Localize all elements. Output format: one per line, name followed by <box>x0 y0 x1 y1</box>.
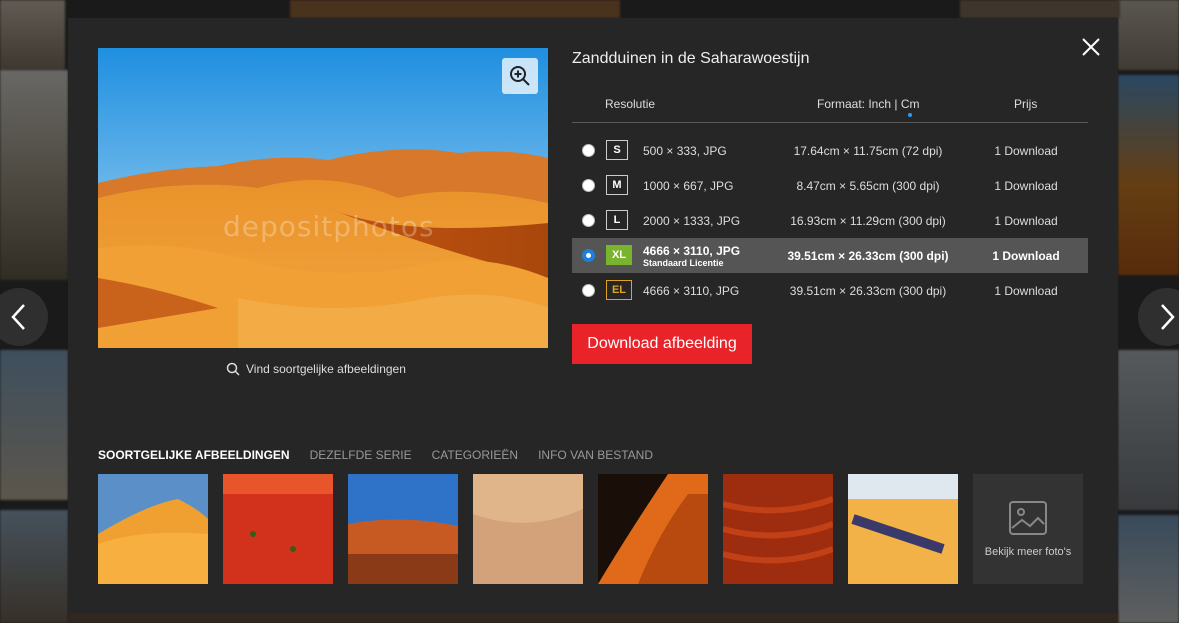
price-m: 1 Download <box>994 179 1058 193</box>
tab-similar-images[interactable]: SOORTGELIJKE AFBEELDINGEN <box>98 448 290 462</box>
thumbnail[interactable] <box>848 474 958 584</box>
resolution-s: 500 × 333, JPG <box>643 144 727 158</box>
dimensions-el: 39.51cm × 26.33cm (300 dpi) <box>789 284 947 298</box>
resolution-l: 2000 × 1333, JPG <box>643 214 741 228</box>
header-resolution: Resolutie <box>605 97 656 111</box>
view-more-photos[interactable]: Bekijk meer foto's <box>973 474 1083 584</box>
size-radio-s[interactable] <box>582 144 595 157</box>
resolution-m: 1000 × 667, JPG <box>643 179 734 193</box>
zoom-button[interactable] <box>502 58 538 94</box>
thumbnail[interactable] <box>723 474 833 584</box>
thumbnail[interactable] <box>473 474 583 584</box>
format-indicator-dot <box>908 113 912 117</box>
thumbnail[interactable] <box>348 474 458 584</box>
size-row-s[interactable]: S 500 × 333, JPG 17.64cm × 11.75cm (72 d… <box>572 133 1088 168</box>
tab-file-info[interactable]: INFO VAN BESTAND <box>538 448 653 462</box>
size-badge-s: S <box>606 140 628 160</box>
price-s: 1 Download <box>994 144 1058 158</box>
price-el: 1 Download <box>994 284 1058 298</box>
related-tabs: SOORTGELIJKE AFBEELDINGEN DEZELFDE SERIE… <box>98 448 653 462</box>
size-table: Resolutie Formaat: Inch | Cm Prijs S 500… <box>572 90 1088 308</box>
size-row-l[interactable]: L 2000 × 1333, JPG 16.93cm × 11.29cm (30… <box>572 203 1088 238</box>
dimensions-m: 8.47cm × 5.65cm (300 dpi) <box>796 179 940 193</box>
thumbnail[interactable] <box>98 474 208 584</box>
price-l: 1 Download <box>994 214 1058 228</box>
tab-same-series[interactable]: DEZELFDE SERIE <box>310 448 412 462</box>
table-header: Resolutie Formaat: Inch | Cm Prijs <box>572 90 1088 123</box>
size-badge-m: M <box>606 175 628 195</box>
similar-thumbnails: Bekijk meer foto's <box>98 474 1083 584</box>
dimensions-xl: 39.51cm × 26.33cm (300 dpi) <box>787 249 949 263</box>
image-title: Zandduinen in de Saharawoestijn <box>572 50 810 67</box>
size-badge-el: EL <box>606 280 632 300</box>
resolution-xl: 4666 × 3110, JPG <box>643 244 741 258</box>
image-placeholder-icon <box>1009 501 1047 535</box>
view-more-label: Bekijk meer foto's <box>984 546 1072 558</box>
size-row-xl[interactable]: XL 4666 × 3110, JPG Standaard Licentie 3… <box>572 238 1088 273</box>
size-row-el[interactable]: EL 4666 × 3110, JPG 39.51cm × 26.33cm (3… <box>572 273 1088 308</box>
size-radio-l[interactable] <box>582 214 595 227</box>
tab-categories[interactable]: CATEGORIEËN <box>432 448 518 462</box>
size-badge-l: L <box>606 210 628 230</box>
dimensions-s: 17.64cm × 11.75cm (72 dpi) <box>793 144 943 158</box>
watermark: depositphotos <box>223 210 435 243</box>
thumbnail[interactable] <box>223 474 333 584</box>
price-xl: 1 Download <box>992 249 1060 263</box>
download-button[interactable]: Download afbeelding <box>572 324 752 364</box>
main-image[interactable]: depositphotos <box>98 48 548 348</box>
dimensions-l: 16.93cm × 11.29cm (300 dpi) <box>790 214 946 228</box>
thumbnail[interactable] <box>598 474 708 584</box>
chevron-right-icon <box>1161 304 1175 330</box>
chevron-left-icon <box>11 304 25 330</box>
size-radio-xl[interactable] <box>582 249 595 262</box>
close-button[interactable] <box>1080 36 1102 58</box>
resolution-el: 4666 × 3110, JPG <box>643 284 740 298</box>
header-format[interactable]: Formaat: Inch | Cm <box>817 97 919 111</box>
desert-dunes-photo <box>98 48 548 348</box>
search-icon <box>226 362 240 376</box>
zoom-in-icon <box>510 66 530 86</box>
header-price: Prijs <box>1014 97 1038 111</box>
size-radio-m[interactable] <box>582 179 595 192</box>
size-row-m[interactable]: M 1000 × 667, JPG 8.47cm × 5.65cm (300 d… <box>572 168 1088 203</box>
image-detail-dialog: depositphotos Vind soortgelijke afbeeldi… <box>68 18 1118 613</box>
find-similar-label: Vind soortgelijke afbeeldingen <box>246 362 406 376</box>
find-similar-link[interactable]: Vind soortgelijke afbeeldingen <box>226 362 406 376</box>
size-badge-xl: XL <box>606 245 632 265</box>
size-radio-el[interactable] <box>582 284 595 297</box>
license-xl: Standaard Licentie <box>643 258 724 268</box>
close-icon <box>1082 38 1100 56</box>
